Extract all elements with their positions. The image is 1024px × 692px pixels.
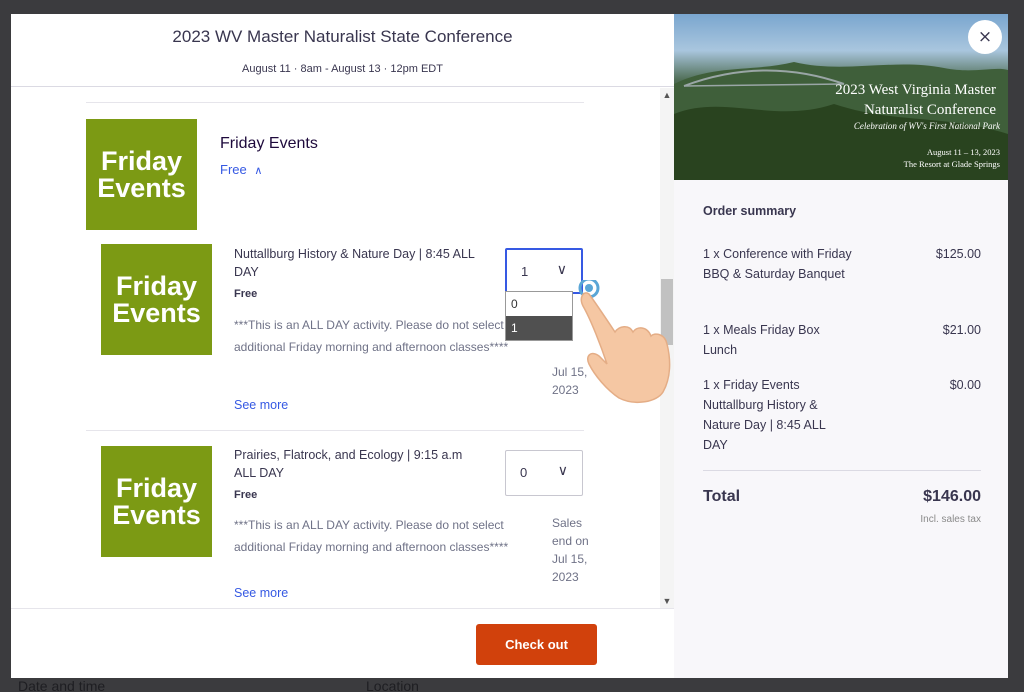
pointer-hand-icon [578,280,671,404]
total-row: Total $146.00 [703,488,981,506]
quantity-value: 1 [521,264,529,279]
order-summary: Order summary 1 x Conference with Friday… [703,204,981,525]
group-image: Friday Events [86,119,197,230]
quantity-dropdown[interactable]: 0 1 [505,291,573,341]
see-more-link[interactable]: See more [234,398,288,412]
chevron-down-icon: ∨ [557,462,568,478]
ticket-description-line2: additional Friday morning and afternoon … [234,340,509,354]
ticket-panel: 2023 WV Master Naturalist State Conferen… [11,14,674,678]
summary-line-item: 1 x Friday Events Nuttallburg History & … [703,375,981,455]
group-title: Friday Events [220,135,318,152]
banner-title-line2: Naturalist Conference [863,102,996,118]
group-image-line2: Events [97,172,186,203]
banner-subtitle: Celebration of WV's First National Park [853,121,1000,131]
summary-line-item: 1 x Meals Friday Box Lunch $21.00 [703,320,981,360]
see-more-link[interactable]: See more [234,586,288,600]
line-item-desc: 1 x Conference with Friday BBQ & Saturda… [703,247,852,281]
checkout-footer: Check out [11,608,674,678]
line-item-desc: 1 x Meals Friday Box Lunch [703,323,820,357]
ticket-description-line1: ***This is an ALL DAY activity. Please d… [234,318,504,332]
ticket-image-line2: Events [112,499,201,530]
chevron-down-icon: ∨ [556,261,567,277]
divider [86,102,584,103]
banner-venue: The Resort at Glade Springs [903,159,1000,169]
sales-end-note: Sales end on Jul 15, 2023 [552,516,589,584]
ticket-name: Nuttallburg History & Nature Day | 8:45 … [234,247,475,279]
summary-divider [703,470,981,471]
dropdown-option-1[interactable]: 1 [506,316,572,340]
price-toggle-label: Free [220,162,247,177]
ticket-name: Prairies, Flatrock, and Ecology | 9:15 a… [234,448,463,480]
close-button[interactable]: × [968,20,1002,54]
order-summary-panel: 2023 West Virginia Master Naturalist Con… [674,14,1008,678]
chevron-up-icon: ∧ [254,165,263,177]
banner-dates: August 11 – 13, 2023 [926,147,1000,157]
ticket-description-line1: ***This is an ALL DAY activity. Please d… [234,518,504,532]
ticket-image-line2: Events [112,297,201,328]
banner-title-line1: 2023 West Virginia Master [835,82,996,98]
line-item-amount: $21.00 [942,323,981,337]
order-summary-title: Order summary [703,204,797,218]
quantity-select[interactable]: 0 ∨ [505,450,583,496]
ticket-image-line1: Friday [115,472,198,503]
divider [86,430,584,431]
dropdown-option-0[interactable]: 0 [506,292,572,316]
summary-line-item: 1 x Conference with Friday BBQ & Saturda… [703,244,981,284]
ticket-image: Friday Events [101,244,212,355]
event-header: 2023 WV Master Naturalist State Conferen… [11,14,674,87]
backdrop-location-label: Location [366,678,419,692]
ticket-description-line2: additional Friday morning and afternoon … [234,540,509,554]
ticket-price: Free [234,489,258,501]
total-amount: $146.00 [923,488,981,505]
line-item-amount: $0.00 [949,378,981,392]
scroll-up-icon[interactable]: ▲ [660,90,674,100]
event-title: 2023 WV Master Naturalist State Conferen… [172,27,513,46]
price-toggle[interactable]: Free ∧ [220,162,262,177]
ticket-price: Free [234,288,258,300]
scroll-down-icon[interactable]: ▼ [660,596,674,606]
line-item-desc: 1 x Friday Events Nuttallburg History & … [703,378,826,452]
tax-note: Incl. sales tax [920,514,981,525]
quantity-value: 0 [520,465,528,480]
checkout-modal: 2023 WV Master Naturalist State Conferen… [11,14,1008,678]
line-item-amount: $125.00 [935,247,981,261]
ticket-image-line1: Friday [115,270,198,301]
checkout-button[interactable]: Check out [476,624,597,665]
group-image-line1: Friday [100,145,183,176]
total-label: Total [703,488,741,505]
ticket-image: Friday Events [101,446,212,557]
backdrop-date-label: Date and time [18,678,106,692]
event-date: August 11 · 8am - August 13 · 12pm EDT [242,63,443,75]
event-banner-image: 2023 West Virginia Master Naturalist Con… [674,14,1008,180]
